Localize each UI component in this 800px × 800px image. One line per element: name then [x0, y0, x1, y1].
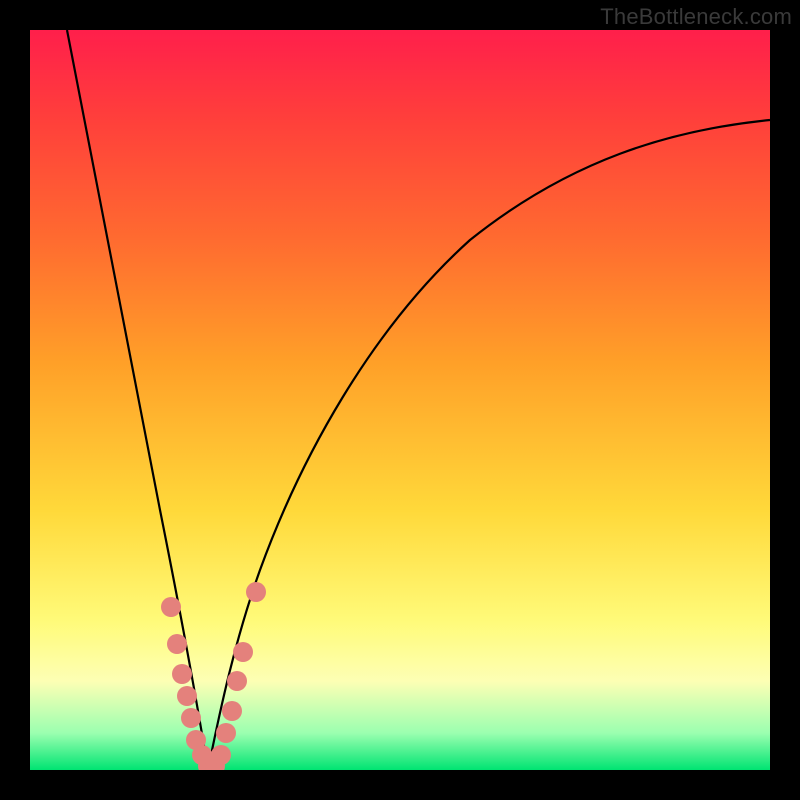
bottleneck-curve	[30, 30, 770, 770]
plot-area	[30, 30, 770, 770]
curve-right-branch	[208, 120, 770, 770]
curve-left-branch	[67, 30, 208, 770]
chart-frame: TheBottleneck.com	[0, 0, 800, 800]
watermark-text: TheBottleneck.com	[600, 4, 792, 30]
